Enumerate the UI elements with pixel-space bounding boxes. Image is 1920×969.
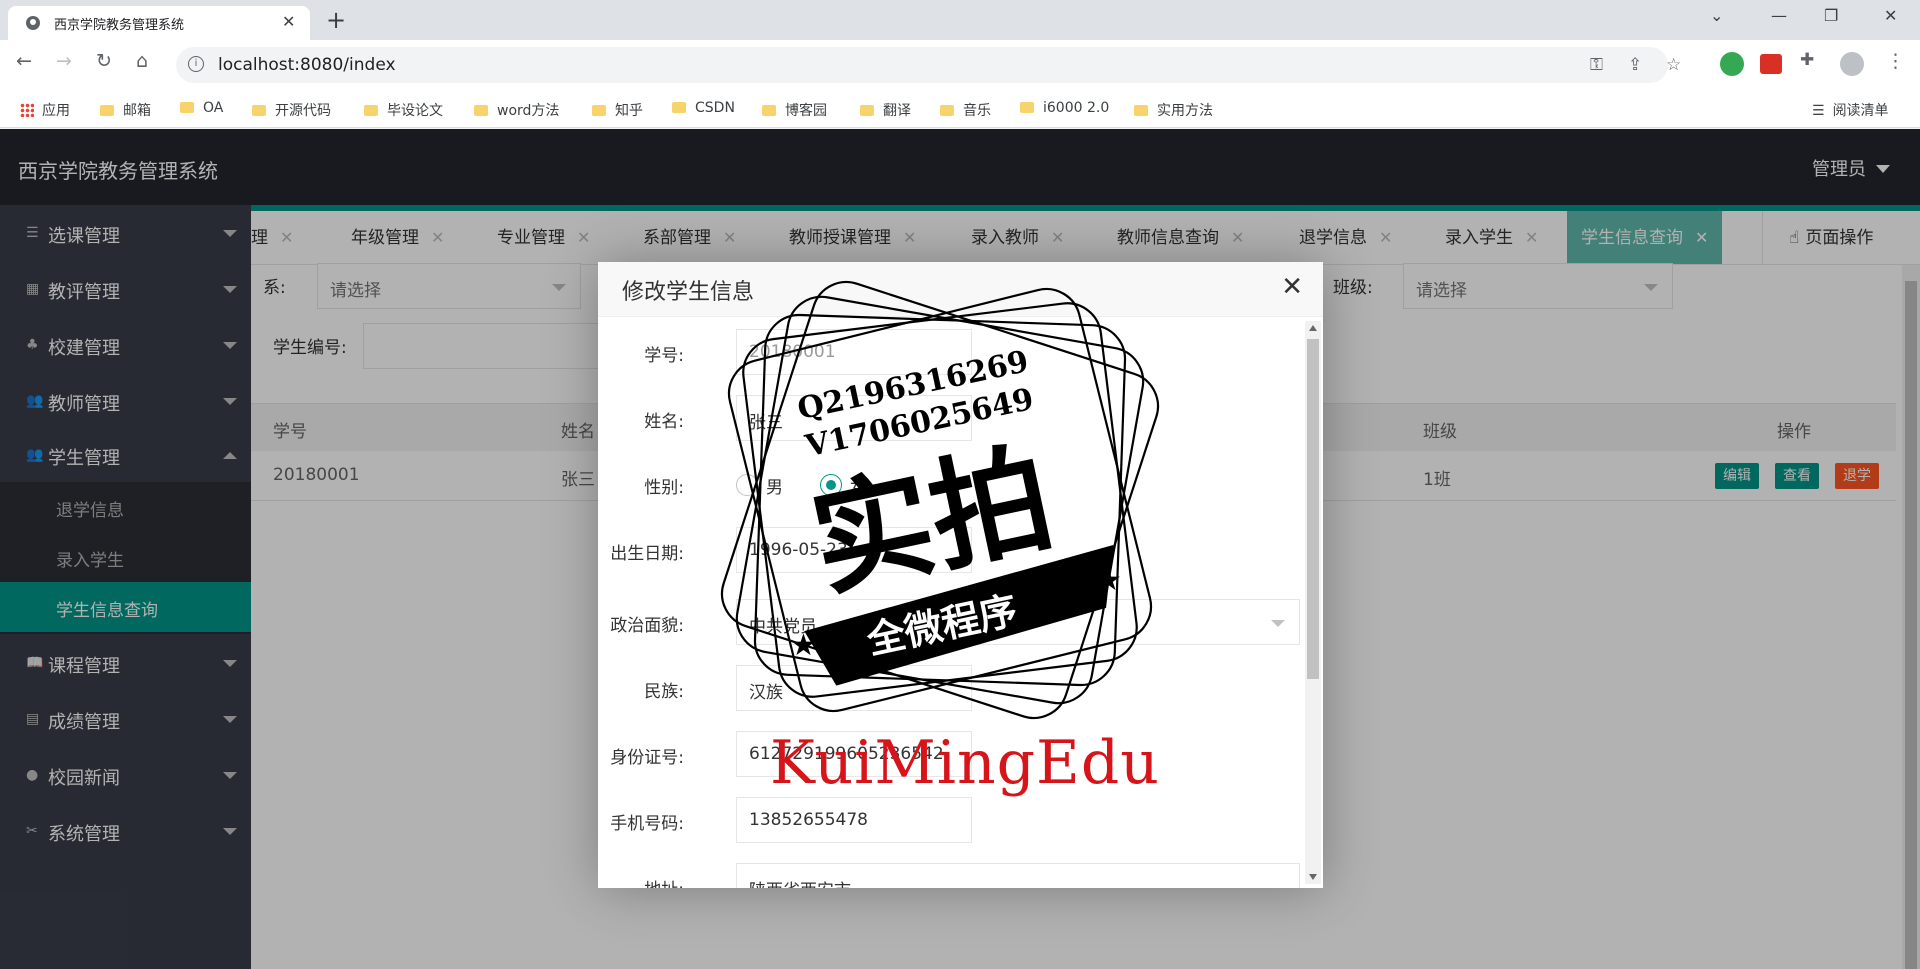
folder-icon — [252, 105, 266, 116]
folder-icon — [592, 105, 606, 116]
shield-extension-icon[interactable] — [1720, 52, 1744, 76]
reading-list-icon: ☰ — [1812, 103, 1825, 119]
bookmark-item[interactable]: 毕设论文 — [364, 100, 443, 120]
puzzle-icon[interactable]: ✚ — [1800, 50, 1814, 70]
browser-tab[interactable]: 西京学院教务管理系统 ✕ — [8, 6, 310, 40]
fe-extension-icon[interactable] — [1760, 54, 1782, 74]
folder-icon — [364, 105, 378, 116]
new-tab-icon[interactable]: + — [326, 6, 346, 34]
back-icon[interactable]: ← — [16, 50, 32, 72]
student-no-field[interactable]: 20180001 — [736, 329, 972, 375]
folder-icon — [180, 102, 194, 113]
share-icon[interactable]: ⇪ — [1628, 55, 1642, 75]
close-icon[interactable]: ✕ — [1281, 272, 1303, 302]
form-row-politics: 政治面貌: 中共党员 — [598, 599, 1300, 649]
reload-icon[interactable]: ↻ — [96, 50, 112, 72]
dialog-title: 修改学生信息 — [622, 280, 755, 305]
form-row-birth: 出生日期: 1996-05-23 — [598, 527, 1298, 577]
form-row-student-no: 学号: 20180001 — [598, 329, 1298, 379]
gender-male-radio[interactable] — [736, 474, 758, 496]
birth-date-field[interactable]: 1996-05-23 — [736, 527, 972, 573]
form-row-address: 地址: 陕西省西安市 — [598, 863, 1300, 888]
politics-select[interactable]: 中共党员 — [736, 599, 1300, 645]
window-close-icon[interactable]: ✕ — [1884, 6, 1897, 25]
folder-icon — [860, 105, 874, 116]
more-menu-icon[interactable]: ⋮ — [1886, 50, 1905, 72]
browser-tabstrip: 西京学院教务管理系统 ✕ + ⌄ — ❐ ✕ — [0, 0, 1920, 40]
id-card-field[interactable]: 612729199605236542 — [736, 731, 972, 777]
restore-icon[interactable]: ❐ — [1824, 6, 1838, 25]
site-info-icon[interactable]: i — [188, 56, 204, 72]
folder-icon — [474, 105, 488, 116]
bookmarks-bar: 应用 邮箱 OA 开源代码 毕设论文 word方法 知乎 CSDN 博客园 翻译… — [0, 90, 1920, 128]
folder-icon — [1134, 105, 1148, 116]
form-row-id: 身份证号: 612729199605236542 — [598, 731, 1298, 781]
bookmark-item[interactable]: i6000 2.0 — [1020, 100, 1109, 116]
bookmark-item[interactable]: word方法 — [474, 100, 559, 120]
bookmark-item[interactable]: 博客园 — [762, 100, 827, 120]
chevron-down-icon — [1271, 620, 1285, 627]
url-text: localhost:8080/index — [218, 55, 396, 75]
ethnic-field[interactable]: 汉族 — [736, 665, 972, 711]
reading-list[interactable]: ☰ 阅读清单 — [1812, 100, 1889, 120]
close-tab-icon[interactable]: ✕ — [282, 12, 295, 31]
form-row-name: 姓名: 张三 — [598, 395, 1298, 445]
apps-icon — [20, 103, 34, 117]
form-row-gender: 性别: 男 女 — [598, 461, 1298, 511]
minimize-icon[interactable]: — — [1771, 6, 1787, 25]
scroll-down-icon[interactable] — [1309, 874, 1317, 880]
folder-icon — [672, 102, 686, 113]
folder-icon — [1020, 102, 1034, 113]
folder-icon — [762, 105, 776, 116]
key-icon[interactable]: ⚿ — [1590, 55, 1603, 75]
address-field[interactable]: 陕西省西安市 — [736, 863, 1300, 888]
dialog-body: 学号: 20180001 姓名: 张三 性别: 男 女 出生日期: 1996-0… — [598, 317, 1323, 888]
gender-female-radio[interactable] — [820, 474, 842, 496]
form-row-ethnic: 民族: 汉族 — [598, 665, 1298, 715]
phone-field[interactable]: 13852655478 — [736, 797, 972, 843]
folder-icon — [940, 105, 954, 116]
bookmark-item[interactable]: 开源代码 — [252, 100, 331, 120]
bookmark-item[interactable]: 实用方法 — [1134, 100, 1213, 120]
url-box[interactable]: i localhost:8080/index ⚿ ⇪ ☆ — [176, 47, 1681, 83]
bookmark-item[interactable]: 邮箱 — [100, 100, 151, 120]
tab-search-icon[interactable]: ⌄ — [1710, 6, 1723, 25]
dialog-header: 修改学生信息 ✕ — [598, 262, 1323, 317]
bookmark-item[interactable]: 翻译 — [860, 100, 911, 120]
browser-tab-title: 西京学院教务管理系统 — [54, 18, 185, 33]
scrollbar-thumb[interactable] — [1307, 339, 1319, 679]
name-field[interactable]: 张三 — [736, 395, 972, 441]
form-row-phone: 手机号码: 13852655478 — [598, 797, 1298, 847]
address-bar: ← → ↻ ⌂ i localhost:8080/index ⚿ ⇪ ☆ ✚ ⋮ — [0, 40, 1920, 90]
bookmark-item[interactable]: 音乐 — [940, 100, 991, 120]
edit-student-dialog: 修改学生信息 ✕ 学号: 20180001 姓名: 张三 性别: 男 女 出生日… — [598, 262, 1323, 888]
dialog-scrollbar[interactable] — [1305, 321, 1321, 884]
profile-avatar-icon[interactable] — [1840, 52, 1864, 76]
bookmark-apps[interactable]: 应用 — [20, 100, 70, 120]
scroll-up-icon[interactable] — [1309, 325, 1317, 331]
forward-icon[interactable]: → — [56, 50, 72, 72]
star-icon[interactable]: ☆ — [1666, 55, 1681, 75]
bookmark-item[interactable]: 知乎 — [592, 100, 643, 120]
folder-icon — [100, 105, 114, 116]
bookmark-item[interactable]: OA — [180, 100, 223, 116]
globe-icon — [26, 16, 40, 30]
bookmark-item[interactable]: CSDN — [672, 100, 735, 116]
home-icon[interactable]: ⌂ — [136, 50, 148, 72]
